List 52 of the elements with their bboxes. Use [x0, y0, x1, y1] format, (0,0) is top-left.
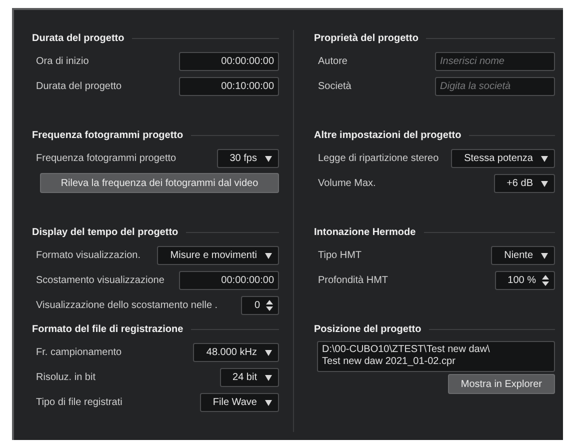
- spinner-arrows-icon: [542, 275, 549, 286]
- time-field[interactable]: 00:00:00:00: [179, 52, 279, 71]
- caret-icon: [265, 252, 272, 258]
- time-field[interactable]: 00:00:00:00: [179, 271, 279, 290]
- dropdown[interactable]: File Wave: [200, 393, 279, 412]
- field-label: Risoluz. in bit: [36, 371, 96, 385]
- field-label: Tipo di file registrati: [36, 396, 122, 410]
- caret-icon: [265, 400, 272, 406]
- text-field[interactable]: Digita la società: [435, 77, 555, 96]
- section-title: Altre impostazioni del progetto: [314, 128, 462, 142]
- field-label: Profondità HMT: [318, 274, 388, 288]
- text-field[interactable]: Inserisci nome: [435, 52, 555, 71]
- field-label: Volume Max.: [318, 177, 376, 191]
- path-text: D:\00-CUBO10\ZTEST\Test new daw\: [322, 344, 491, 356]
- dropdown[interactable]: Niente: [491, 246, 555, 265]
- section-title: Display del tempo del progetto: [32, 226, 178, 240]
- field-label: Scostamento visualizzazione: [36, 274, 164, 288]
- field-label: Ora di inizio: [36, 55, 89, 69]
- spinner-field[interactable]: 100 %: [494, 271, 555, 290]
- caret-icon: [541, 252, 548, 258]
- field-label: Legge di ripartizione stereo: [318, 152, 439, 166]
- dropdown[interactable]: Stessa potenza: [451, 149, 555, 168]
- path-text: Test new daw 2021_01-02.cpr: [322, 356, 456, 368]
- field-label: Durata del progetto: [36, 80, 122, 94]
- section-title: Formato del file di registrazione: [32, 322, 184, 336]
- caret-icon: [265, 156, 272, 162]
- section-title: Frequenza fotogrammi progetto: [32, 128, 184, 142]
- caret-icon: [541, 180, 548, 186]
- field-label: Formato visualizzazion.: [36, 249, 140, 263]
- field-label: Società: [318, 80, 352, 94]
- dropdown[interactable]: Misure e movimenti: [157, 246, 279, 265]
- field-label: Fr. campionamento: [36, 346, 122, 360]
- field-label: Tipo HMT: [318, 249, 362, 263]
- caret-icon: [265, 350, 272, 356]
- section-title: Proprietà del progetto: [314, 32, 418, 46]
- field-label: Visualizzazione dello scostamento nelle .: [36, 299, 218, 313]
- time-field[interactable]: 00:10:00:00: [179, 77, 279, 96]
- section-title: Durata del progetto: [32, 32, 124, 46]
- section-title: Posizione del progetto: [314, 322, 422, 336]
- caret-icon: [265, 374, 272, 380]
- field-label: Autore: [318, 55, 348, 69]
- dropdown[interactable]: +6 dB: [494, 174, 555, 193]
- action-button[interactable]: Rileva la frequenza dei fotogrammi dal video: [40, 173, 279, 193]
- spinner-field[interactable]: 0: [241, 296, 279, 315]
- caret-icon: [541, 156, 548, 162]
- dropdown[interactable]: 48.000 kHz: [193, 343, 279, 362]
- section-title: Intonazione Hermode: [314, 226, 416, 240]
- spinner-arrows-icon: [266, 300, 273, 311]
- field-label: Frequenza fotogrammi progetto: [36, 152, 176, 166]
- dropdown[interactable]: 30 fps: [216, 149, 279, 168]
- dropdown[interactable]: 24 bit: [220, 368, 279, 387]
- action-button[interactable]: Mostra in Explorer: [448, 374, 555, 394]
